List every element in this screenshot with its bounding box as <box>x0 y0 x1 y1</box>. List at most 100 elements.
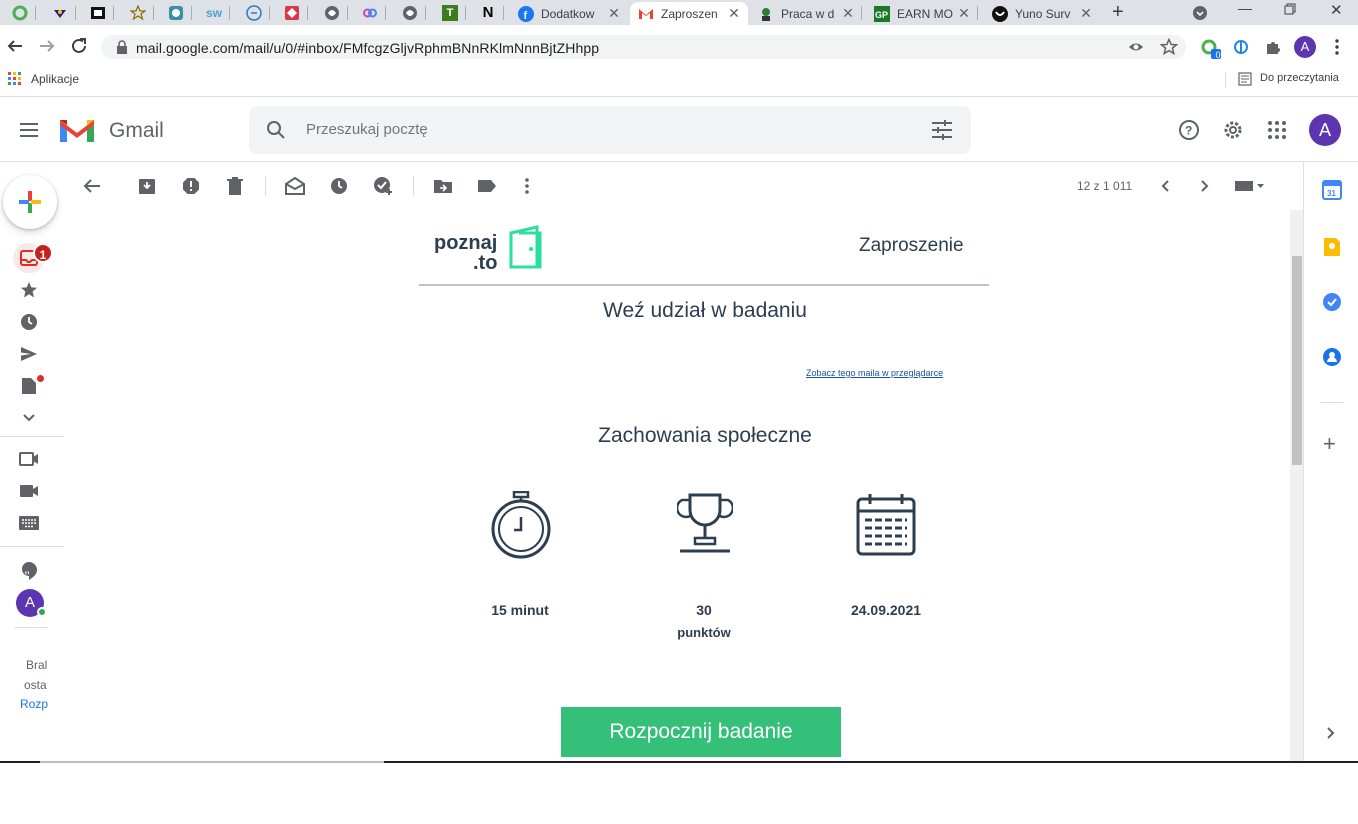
t-icon: T <box>442 4 458 21</box>
move-folder-icon <box>434 180 452 193</box>
reading-list-icon[interactable] <box>1238 72 1252 86</box>
browser-profile-avatar[interactable]: A <box>1294 36 1316 58</box>
close-icon[interactable]: ✕ <box>956 5 972 22</box>
pinned-tab[interactable] <box>44 2 76 23</box>
pinned-tab[interactable] <box>316 2 348 23</box>
chevron-right-icon[interactable] <box>1326 726 1336 740</box>
close-icon[interactable]: ✕ <box>606 5 622 22</box>
arrow-left-icon <box>83 179 100 193</box>
new-tab-button[interactable]: + <box>1112 2 1124 22</box>
starred-nav[interactable] <box>18 279 40 301</box>
pinned-tab[interactable] <box>82 2 114 23</box>
scrollbar-thumb[interactable] <box>1292 256 1302 465</box>
delete-button[interactable] <box>223 174 247 198</box>
settings-gear-icon[interactable] <box>1222 119 1244 141</box>
search-icon[interactable] <box>266 120 286 140</box>
keep-icon[interactable] <box>1323 237 1341 257</box>
back-arrow-icon[interactable] <box>6 37 24 55</box>
chevron-left-icon <box>1161 180 1169 192</box>
header-divider <box>419 284 989 286</box>
snoozed-nav[interactable] <box>18 311 40 333</box>
star-icon <box>130 4 146 20</box>
inbox-unread-badge: 1 <box>33 243 53 263</box>
archive-button[interactable] <box>135 174 159 198</box>
restore-icon[interactable] <box>1284 3 1296 15</box>
browser-menu-icon[interactable] <box>1332 38 1342 56</box>
chevron-down-icon <box>23 414 35 422</box>
join-meeting-nav[interactable] <box>18 480 40 502</box>
tab-search-icon[interactable] <box>1192 5 1208 21</box>
close-icon[interactable]: ✕ <box>726 5 742 22</box>
hangouts-nav[interactable]: ,, <box>18 560 40 582</box>
new-meeting-nav[interactable] <box>18 448 40 470</box>
input-tools-button[interactable] <box>1232 174 1268 198</box>
view-in-browser-link[interactable]: Zobacz tego maila w przeglądarce <box>806 368 943 378</box>
extension-p-icon[interactable] <box>1232 38 1250 56</box>
search-input[interactable] <box>306 121 806 138</box>
gmail-logo-text[interactable]: Gmail <box>109 119 164 143</box>
keyboard-nav[interactable] <box>18 512 40 534</box>
bookmark-apps[interactable]: Aplikacje <box>31 72 79 86</box>
calendar-app-icon[interactable]: 31 <box>1322 180 1342 200</box>
more-nav[interactable] <box>18 407 40 429</box>
get-addons-button[interactable]: + <box>1323 433 1336 455</box>
pinned-tab[interactable]: N <box>472 2 504 23</box>
tab-praca[interactable]: Praca w d ✕ <box>750 2 862 25</box>
snooze-button[interactable] <box>327 174 351 198</box>
report-spam-button[interactable] <box>179 174 203 198</box>
url-text[interactable]: mail.google.com/mail/u/0/#inbox/FMfcgzGl… <box>136 40 599 56</box>
pinned-tab[interactable] <box>160 2 192 23</box>
reload-icon[interactable] <box>70 37 88 55</box>
chat-icon <box>246 4 262 21</box>
mark-unread-button[interactable] <box>283 174 307 198</box>
minimize-button[interactable]: — <box>1238 0 1252 16</box>
pinned-tab[interactable] <box>122 2 154 23</box>
main-menu-icon[interactable] <box>19 122 39 138</box>
labels-button[interactable] <box>475 174 499 198</box>
pinned-tab[interactable] <box>238 2 270 23</box>
help-icon[interactable]: ? <box>1178 119 1200 141</box>
back-to-inbox-button[interactable] <box>80 174 104 198</box>
puzzle-icon[interactable] <box>1264 38 1282 56</box>
tasks-icon[interactable] <box>1322 292 1342 312</box>
add-to-tasks-button[interactable] <box>371 174 395 198</box>
tab-yuno[interactable]: Yuno Surv ✕ <box>984 2 1100 25</box>
close-icon[interactable]: ✕ <box>1078 5 1094 22</box>
search-options-icon[interactable] <box>931 120 953 140</box>
forward-arrow-icon[interactable] <box>38 37 56 55</box>
lock-icon[interactable] <box>116 40 128 54</box>
start-survey-button[interactable]: Rozpocznij badanie <box>561 707 841 757</box>
chevron-right-icon <box>1201 180 1209 192</box>
rail-divider <box>0 546 64 547</box>
contacts-icon[interactable] <box>1322 347 1342 367</box>
hangouts-start-link[interactable]: Rozp <box>20 697 48 711</box>
close-window-button[interactable]: ✕ <box>1330 1 1343 19</box>
link-icon <box>363 8 377 17</box>
compose-button[interactable] <box>3 175 57 229</box>
newer-button[interactable] <box>1153 174 1177 198</box>
gmail-logo-icon[interactable] <box>58 116 96 144</box>
tab-zaproszenie[interactable]: Zaproszen ✕ <box>630 2 748 25</box>
pinned-tab[interactable] <box>276 2 308 23</box>
move-to-button[interactable] <box>431 174 455 198</box>
reading-list-label[interactable]: Do przeczytania <box>1260 72 1339 84</box>
eye-icon[interactable] <box>1128 39 1144 55</box>
sent-nav[interactable] <box>18 343 40 365</box>
pinned-tab[interactable] <box>394 2 426 23</box>
pinned-tab[interactable] <box>354 2 386 23</box>
apps-grid-icon[interactable] <box>8 72 22 86</box>
tab-dodatkow[interactable]: f Dodatkow ✕ <box>510 2 628 25</box>
tab-earn-money[interactable]: GP EARN MO ✕ <box>866 2 978 25</box>
google-apps-icon[interactable] <box>1268 121 1286 139</box>
pinned-tab[interactable]: T <box>434 2 466 23</box>
account-avatar[interactable]: A <box>1309 114 1341 146</box>
bookmark-star-icon[interactable] <box>1160 38 1178 56</box>
more-actions-button[interactable] <box>515 174 539 198</box>
older-button[interactable] <box>1193 174 1217 198</box>
poznaj-door-logo-icon <box>509 225 542 269</box>
pinned-tab[interactable]: sw <box>198 2 230 23</box>
close-icon[interactable]: ✕ <box>840 5 856 22</box>
svg-text:GP: GP <box>875 10 888 20</box>
pinned-tab[interactable] <box>4 2 36 23</box>
trophy-icon <box>677 493 733 553</box>
